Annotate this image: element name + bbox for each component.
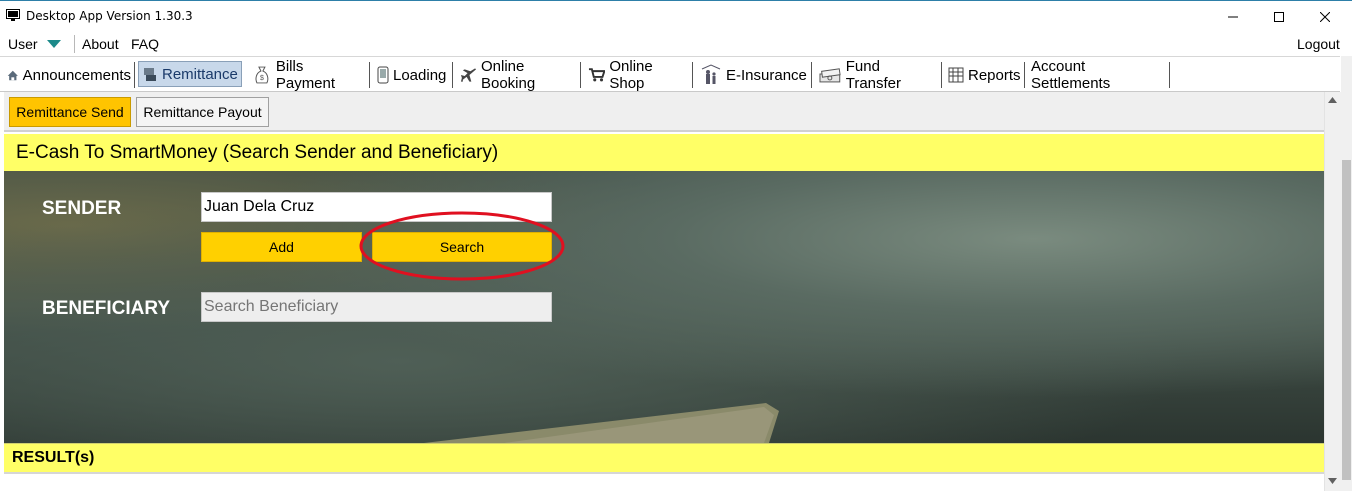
vertical-scrollbar[interactable]	[1324, 92, 1341, 491]
tab-e-insurance[interactable]: E-Insurance	[697, 62, 812, 88]
remittance-icon	[144, 67, 156, 81]
tab-fund-transfer[interactable]: Fund Transfer	[815, 58, 942, 92]
tab-announcements[interactable]: Announcements	[4, 62, 135, 88]
cart-icon	[588, 68, 606, 82]
tab-remittance[interactable]: Remittance	[138, 61, 242, 87]
minimize-icon	[1228, 16, 1238, 17]
add-button[interactable]: Add	[201, 232, 362, 262]
tab-label: Fund Transfer	[845, 58, 902, 92]
menu-divider	[74, 35, 75, 53]
tab-label: Online Booking	[480, 58, 536, 92]
money-bag-icon: $	[255, 66, 269, 84]
maximize-icon	[1274, 11, 1284, 22]
tab-label: Bills Payment	[275, 58, 336, 92]
tab-label: Remittance	[162, 65, 238, 83]
scroll-down-button[interactable]	[1324, 474, 1340, 488]
user-menu-label: User	[8, 36, 38, 52]
tab-loading[interactable]: Loading	[374, 62, 453, 88]
report-icon	[948, 67, 964, 83]
close-icon	[1320, 11, 1330, 22]
tab-label: Account Settlements	[1031, 58, 1111, 92]
chevron-up-icon	[1327, 97, 1337, 103]
airplane-icon	[460, 68, 477, 82]
maximize-button[interactable]	[1256, 0, 1302, 33]
tab-online-booking[interactable]: Online Booking	[457, 58, 581, 92]
page-title: E-Cash To SmartMoney (Search Sender and …	[4, 134, 1324, 171]
logout-menu[interactable]: Logout	[1297, 36, 1340, 52]
subtab-remittance-payout[interactable]: Remittance Payout	[136, 97, 269, 127]
results-header: RESULT(s)	[4, 443, 1324, 472]
tab-label: Announcements	[22, 66, 131, 84]
sender-label: SENDER	[42, 198, 122, 219]
tab-label: Online Shop	[609, 58, 653, 92]
results-area	[4, 472, 1324, 493]
window-title: Desktop App Version 1.30.3	[26, 9, 193, 23]
beneficiary-search-input[interactable]	[201, 292, 552, 322]
title-bar	[0, 0, 1352, 33]
cash-stack-icon	[819, 68, 841, 83]
menu-bar	[0, 33, 1352, 55]
tab-label: Reports	[968, 66, 1021, 84]
home-icon	[7, 70, 18, 80]
about-menu[interactable]: About	[82, 36, 119, 52]
tab-label: E-Insurance	[726, 66, 807, 84]
phone-icon	[377, 66, 389, 84]
tab-reports[interactable]: Reports	[945, 62, 1025, 88]
tab-account-settlements[interactable]: Account Settlements	[1028, 58, 1170, 92]
beneficiary-label: BENEFICIARY	[42, 298, 171, 319]
tab-online-shop[interactable]: Online Shop	[585, 58, 693, 92]
app-icon	[6, 9, 20, 21]
tab-label: Loading	[393, 66, 447, 84]
close-button[interactable]	[1302, 0, 1348, 33]
faq-menu[interactable]: FAQ	[131, 36, 159, 52]
chevron-down-icon	[1327, 478, 1337, 484]
tab-bills-payment[interactable]: $ Bills Payment	[249, 58, 370, 92]
scroll-up-button[interactable]	[1324, 93, 1340, 107]
family-icon	[701, 64, 721, 84]
user-menu[interactable]: User	[8, 36, 62, 52]
dropdown-arrow-icon	[46, 40, 61, 48]
minimize-button[interactable]	[1210, 0, 1256, 33]
svg-text:$: $	[260, 75, 264, 82]
outer-scrollbar-thumb[interactable]	[1342, 160, 1351, 480]
annotation-circle	[359, 211, 565, 281]
subtab-remittance-send[interactable]: Remittance Send	[9, 97, 131, 127]
